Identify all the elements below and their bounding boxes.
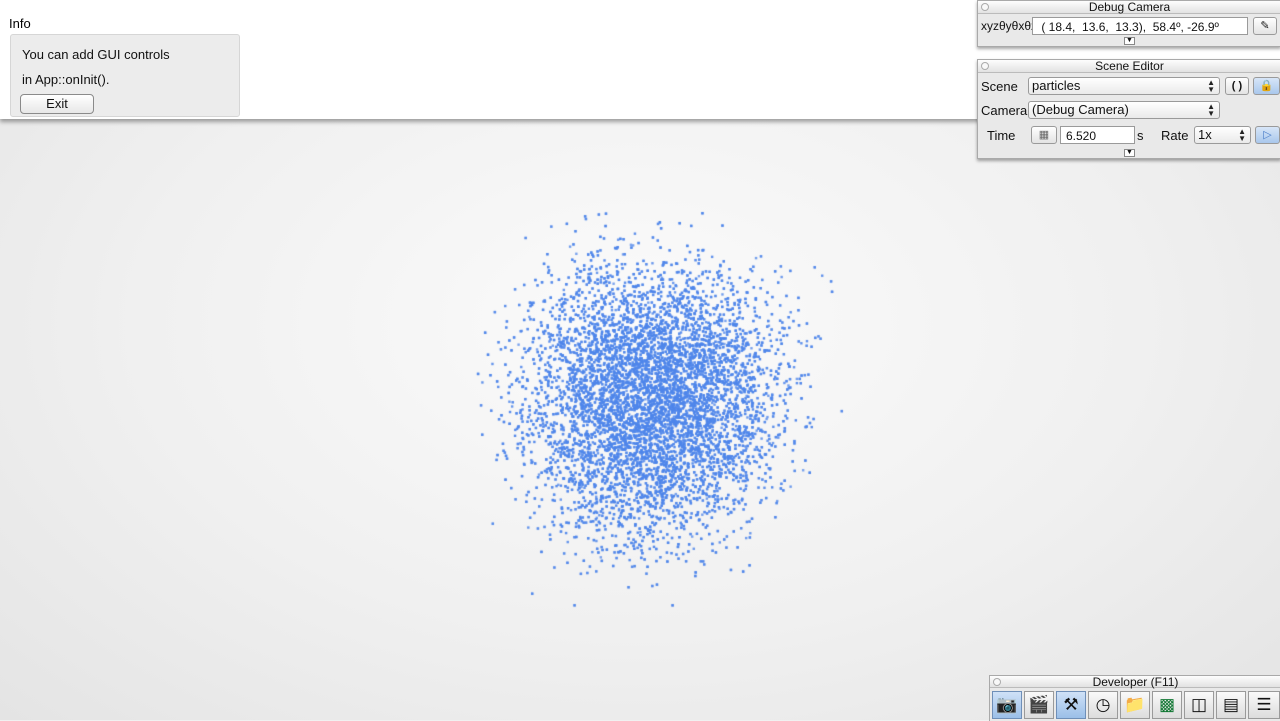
camera-coords-label: xyzθyθxθz xyxy=(981,19,1038,33)
window-close-icon[interactable] xyxy=(981,3,989,11)
rate-label: Rate xyxy=(1161,128,1189,143)
time-unit: s xyxy=(1137,128,1144,143)
debug-camera-title: Debug Camera xyxy=(1088,0,1171,14)
film-strip-icon[interactable]: ▦ xyxy=(1031,126,1057,144)
scene-label: Scene xyxy=(981,79,1018,94)
debug-camera-titlebar[interactable]: Debug Camera xyxy=(978,1,1280,14)
network-icon[interactable]: ◫ xyxy=(1184,691,1214,719)
time-label: Time xyxy=(987,128,1016,143)
clock-icon[interactable]: ◷ xyxy=(1088,691,1118,719)
exit-button[interactable]: Exit xyxy=(20,94,94,114)
rate-dropdown-value: 1x xyxy=(1198,127,1212,142)
camera-dropdown[interactable]: (Debug Camera) ▲ ▼ xyxy=(1028,101,1220,119)
scene-dropdown[interactable]: particles ▲ ▼ xyxy=(1028,77,1220,95)
scene-editor-titlebar[interactable]: Scene Editor xyxy=(978,60,1280,73)
expand-arrow-icon[interactable]: ▼ xyxy=(1124,37,1135,45)
document-icon[interactable]: ☰ xyxy=(1248,691,1280,719)
scene-editor-title: Scene Editor xyxy=(1095,59,1164,73)
profiler-icon[interactable]: ▤ xyxy=(1216,691,1246,719)
clapperboard-icon[interactable]: 🎬 xyxy=(1024,691,1054,719)
camera-label: Camera xyxy=(981,103,1028,118)
pencil-icon[interactable]: ✎ xyxy=(1253,17,1277,35)
rate-dropdown[interactable]: 1x ▲ ▼ xyxy=(1194,126,1251,144)
debug-camera-window: Debug Camera xyzθyθxθz ( 18.4, 13.6, 13.… xyxy=(977,0,1280,47)
play-icon[interactable]: ▷ xyxy=(1255,126,1280,144)
info-text-line1: You can add GUI controls xyxy=(22,47,170,62)
info-window-title: Info xyxy=(9,16,31,31)
dropdown-arrows-icon: ▲ ▼ xyxy=(1207,78,1215,94)
camera-icon[interactable]: 📷 xyxy=(992,691,1022,719)
expand-arrow-icon[interactable]: ▼ xyxy=(1124,149,1135,157)
dropdown-arrows-icon: ▲ ▼ xyxy=(1207,102,1215,118)
camera-coords-field[interactable]: ( 18.4, 13.6, 13.3), 58.4º, -26.9º xyxy=(1032,17,1248,35)
camera-dropdown-value: (Debug Camera) xyxy=(1032,102,1129,117)
scene-dropdown-value: particles xyxy=(1032,78,1081,93)
scene-editor-window: Scene Editor Scene particles ▲ ▼ ( ) 🔒 Ca… xyxy=(977,59,1280,159)
info-window: You can add GUI controls in App::onInit(… xyxy=(10,34,240,117)
lock-icon[interactable]: 🔒 xyxy=(1253,77,1280,95)
developer-titlebar[interactable]: Developer (F11) xyxy=(990,676,1280,688)
reload-icon[interactable]: ( ) xyxy=(1225,77,1249,95)
info-text-line2: in App::onInit(). xyxy=(22,72,110,87)
window-close-icon[interactable] xyxy=(993,678,1001,686)
tools-icon[interactable]: ⚒ xyxy=(1056,691,1086,719)
terminal-icon[interactable]: ▩ xyxy=(1152,691,1182,719)
folder-icon[interactable]: 📁 xyxy=(1120,691,1150,719)
developer-title: Developer (F11) xyxy=(1092,675,1179,689)
developer-window: Developer (F11) 📷 🎬 ⚒ ◷ 📁 ▩ ◫ ▤ ☰ xyxy=(989,675,1280,721)
time-field[interactable]: 6.520 xyxy=(1060,126,1135,144)
window-close-icon[interactable] xyxy=(981,62,989,70)
dropdown-arrows-icon: ▲ ▼ xyxy=(1238,127,1246,143)
